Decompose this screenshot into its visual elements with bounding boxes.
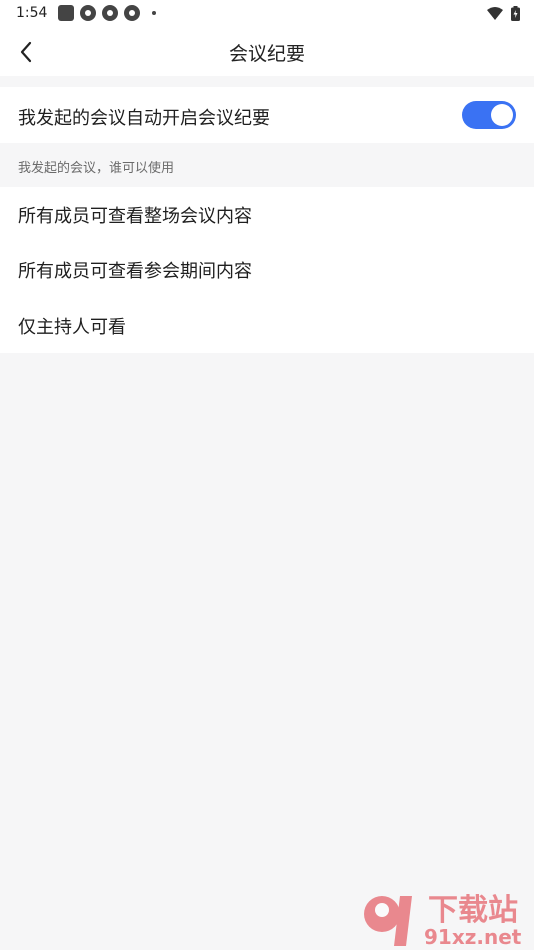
page-title: 会议纪要	[228, 43, 305, 65]
app-notification-icon	[58, 5, 74, 21]
option-whole-meeting[interactable]: 所有成员可查看整场会议内容	[0, 187, 534, 243]
option-attendance-period[interactable]: 所有成员可查看参会期间内容	[0, 243, 534, 299]
app-notification-icon	[80, 5, 96, 21]
system-icons	[487, 6, 520, 21]
option-host-only[interactable]: 仅主持人可看	[0, 298, 534, 354]
toggle-knob	[491, 104, 513, 126]
notification-icons	[58, 5, 156, 21]
auto-summary-row: 我发起的会议自动开启会议纪要	[0, 87, 534, 143]
section-caption: 我发起的会议，谁可以使用	[18, 161, 175, 176]
status-bar: 1:54	[0, 0, 534, 28]
battery-icon	[511, 6, 520, 21]
top-bar: 会议纪要	[0, 28, 534, 76]
visibility-options: 所有成员可查看整场会议内容 所有成员可查看参会期间内容 仅主持人可看	[0, 187, 534, 353]
divider	[0, 76, 534, 87]
watermark-logo: 下载站 91xz.net	[364, 893, 522, 948]
status-time: 1:54	[16, 5, 48, 21]
auto-summary-toggle[interactable]	[462, 101, 516, 129]
more-notifications-icon	[152, 11, 156, 15]
app-notification-icon	[124, 5, 140, 21]
wifi-icon	[487, 6, 503, 20]
watermark-domain: 91xz.net	[424, 925, 522, 948]
app-notification-icon	[102, 5, 118, 21]
auto-summary-label: 我发起的会议自动开启会议纪要	[18, 108, 270, 129]
watermark-site: 下载站	[428, 893, 518, 928]
